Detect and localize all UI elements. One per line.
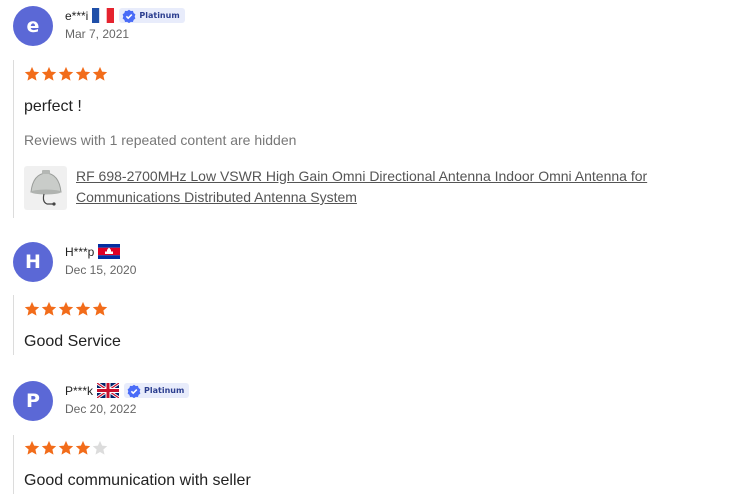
star-filled-icon (75, 66, 91, 81)
reviewer-line: P***k Platinum (65, 383, 190, 398)
verified-icon (127, 384, 141, 398)
star-filled-icon (24, 66, 40, 81)
star-filled-icon (41, 440, 57, 455)
product-thumbnail[interactable] (24, 166, 67, 210)
france-flag-icon (92, 8, 115, 23)
star-filled-icon (58, 301, 74, 316)
review-text: Good Service (24, 333, 121, 350)
star-filled-icon (58, 440, 74, 455)
star-filled-icon (58, 66, 74, 81)
review-body: perfect ! Reviews with 1 repeated conten… (13, 60, 696, 218)
product-reference[interactable]: RF 698-2700MHz Low VSWR High Gain Omni D… (24, 166, 696, 210)
reviewer-name: H***p (65, 244, 95, 259)
star-filled-icon (75, 440, 91, 455)
uk-flag-icon (97, 383, 120, 398)
star-filled-icon (92, 301, 108, 316)
review-date: Dec 15, 2020 (65, 263, 137, 277)
platinum-badge: Platinum (124, 383, 190, 398)
reviewer-line: H***p (65, 244, 121, 259)
review-body: Good communication with seller (13, 435, 251, 494)
review-text: Good communication with seller (24, 472, 251, 489)
star-rating (24, 440, 251, 456)
star-rating (24, 66, 696, 82)
antenna-image (29, 170, 62, 206)
star-filled-icon (24, 301, 40, 316)
star-filled-icon (41, 301, 57, 316)
review-date: Dec 20, 2022 (65, 402, 137, 416)
badge-label: Platinum (144, 386, 185, 395)
reviewer-name: e***i (65, 8, 89, 23)
review-text: perfect ! (24, 98, 82, 115)
cambodia-flag-icon (98, 244, 121, 259)
star-filled-icon (41, 66, 57, 81)
star-empty-icon (92, 440, 108, 455)
review-body: Good Service (13, 295, 121, 355)
reviewer-name: P***k (65, 383, 94, 398)
star-filled-icon (24, 440, 40, 455)
verified-icon (122, 9, 136, 23)
hidden-reviews-note: Reviews with 1 repeated content are hidd… (24, 132, 297, 148)
review-date: Mar 7, 2021 (65, 27, 130, 41)
star-rating (24, 301, 121, 317)
product-title-link[interactable]: RF 698-2700MHz Low VSWR High Gain Omni D… (76, 166, 696, 210)
star-filled-icon (92, 66, 108, 81)
star-filled-icon (75, 301, 91, 316)
reviewer-line: e***i Platinum (65, 8, 185, 23)
avatar: H (13, 242, 53, 282)
avatar: e (13, 6, 53, 46)
avatar: P (13, 381, 53, 421)
badge-label: Platinum (139, 11, 180, 20)
platinum-badge: Platinum (119, 8, 185, 23)
